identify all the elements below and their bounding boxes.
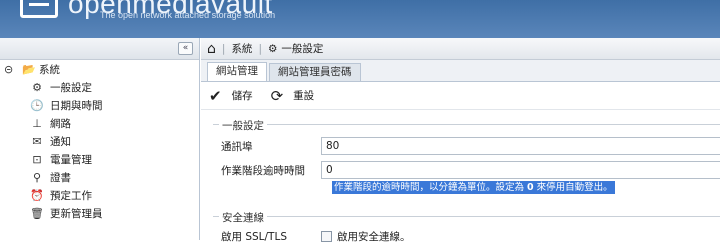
hint-text: 作業階段的逾時時間，以分鐘為單位。設定為 bbox=[334, 182, 528, 193]
save-button-label: 儲存 bbox=[231, 90, 253, 102]
tree-item-label: 通知 bbox=[50, 135, 71, 148]
breadcrumb-separator: | bbox=[221, 42, 226, 55]
ssl-row: 啟用 SSL/TLS 啟用安全連線。 bbox=[221, 229, 411, 244]
network-icon: ⊥ bbox=[32, 116, 42, 130]
ssl-label: 啟用 SSL/TLS bbox=[221, 231, 287, 243]
home-icon[interactable]: ⌂ bbox=[207, 41, 216, 57]
ssl-checkbox-label[interactable]: 啟用安全連線。 bbox=[337, 229, 411, 244]
mail-icon: ✉ bbox=[32, 134, 42, 148]
port-label: 通訊埠 bbox=[221, 140, 253, 153]
alarm-icon: ⏰ bbox=[30, 188, 44, 202]
tree-item-label: 更新管理員 bbox=[50, 207, 103, 220]
tree-item-network[interactable]: ⊥ 網路 bbox=[0, 114, 199, 132]
gear-icon: ⚙ bbox=[267, 42, 278, 55]
form-toolbar: ✔ 儲存 ⟳ 重設 bbox=[201, 82, 720, 110]
tree-item-certificates[interactable]: ⚲ 證書 bbox=[0, 168, 199, 186]
tab-admin-password[interactable]: 網站管理員密碼 bbox=[269, 63, 361, 81]
tab-bar: 網站管理 網站管理員密碼 bbox=[201, 60, 720, 82]
hint-bold-value: 0 bbox=[527, 182, 534, 193]
tree-item-general-settings[interactable]: ⚙ 一般設定 bbox=[0, 78, 199, 96]
tree-item-label: 電量管理 bbox=[50, 153, 92, 166]
checkmark-icon: ✔ bbox=[209, 86, 222, 105]
tree-item-label: 日期與時間 bbox=[50, 99, 103, 112]
refresh-icon: ⟳ bbox=[270, 86, 284, 105]
tree-item-label: 預定工作 bbox=[50, 189, 92, 202]
tab-web-administration[interactable]: 網站管理 bbox=[207, 62, 267, 81]
navigation-panel: « ⊝ 📂 系統 ⚙ 一般設定 🕒 日期與時間 ⊥ 網路 ✉ 通知 ⊡ 電量管理… bbox=[0, 38, 200, 240]
hint-text-end: 來停用自動登出。 bbox=[533, 182, 613, 193]
navigation-toolbar: « bbox=[0, 38, 199, 60]
general-settings-fieldset: 一般設定 通訊埠 80 作業階段逾時時間 0 作業階段的逾時時間，以分鐘為單位。… bbox=[213, 118, 720, 224]
tree-item-date-time[interactable]: 🕒 日期與時間 bbox=[0, 96, 199, 114]
brand-tagline: The open network attached storage soluti… bbox=[100, 10, 276, 20]
timeout-hint: 作業階段的逾時時間，以分鐘為單位。設定為 0 來停用自動登出。 bbox=[332, 181, 615, 194]
timeout-input[interactable]: 0 bbox=[321, 161, 720, 179]
timeout-row: 作業階段逾時時間 0 bbox=[221, 161, 720, 179]
reset-button[interactable]: ⟳ 重設 bbox=[271, 87, 315, 105]
tree-item-scheduled-jobs[interactable]: ⏰ 預定工作 bbox=[0, 186, 199, 204]
certificate-icon: ⚲ bbox=[32, 170, 42, 184]
app-header: openmediavault The open network attached… bbox=[0, 0, 720, 38]
timeout-label: 作業階段逾時時間 bbox=[221, 164, 305, 177]
tree-item-notification[interactable]: ✉ 通知 bbox=[0, 132, 199, 150]
breadcrumb-item-general-settings[interactable]: 一般設定 bbox=[281, 41, 323, 56]
gear-icon: ⚙ bbox=[32, 80, 42, 94]
tree-item-label: 證書 bbox=[50, 171, 71, 184]
fieldset-legend: 安全連線 bbox=[219, 210, 267, 225]
breadcrumb-item-system[interactable]: 系統 bbox=[231, 41, 252, 56]
reset-button-label: 重設 bbox=[293, 90, 315, 102]
fieldset-legend: 一般設定 bbox=[219, 118, 267, 133]
content-panel: ⌂ | 系統 | ⚙ 一般設定 網站管理 網站管理員密碼 ✔ 儲存 ⟳ 重設 一… bbox=[201, 38, 720, 243]
collapse-icon[interactable]: ⊝ bbox=[4, 63, 18, 76]
tree-item-update-manager[interactable]: 🗑 更新管理員 bbox=[0, 204, 199, 222]
collapse-panel-button[interactable]: « bbox=[178, 42, 193, 55]
power-icon: ⊡ bbox=[32, 152, 42, 166]
logo-icon bbox=[20, 0, 58, 18]
secure-connection-fieldset: 安全連線 啟用 SSL/TLS 啟用安全連線。 bbox=[213, 210, 720, 246]
ssl-checkbox[interactable] bbox=[321, 231, 332, 242]
breadcrumb: ⌂ | 系統 | ⚙ 一般設定 bbox=[201, 38, 720, 60]
save-button[interactable]: ✔ 儲存 bbox=[209, 87, 253, 105]
breadcrumb-separator: | bbox=[258, 42, 262, 55]
tree-item-power-management[interactable]: ⊡ 電量管理 bbox=[0, 150, 199, 168]
trash-icon: 🗑 bbox=[30, 206, 44, 220]
folder-open-icon: 📂 bbox=[22, 62, 36, 76]
port-input[interactable]: 80 bbox=[321, 137, 720, 155]
port-row: 通訊埠 80 bbox=[221, 137, 720, 155]
tree-node-system[interactable]: ⊝ 📂 系統 bbox=[0, 60, 199, 78]
tree-node-label: 系統 bbox=[39, 63, 60, 76]
tree-item-label: 一般設定 bbox=[50, 81, 92, 94]
tree-item-label: 網路 bbox=[50, 117, 71, 130]
clock-icon: 🕒 bbox=[30, 98, 44, 112]
